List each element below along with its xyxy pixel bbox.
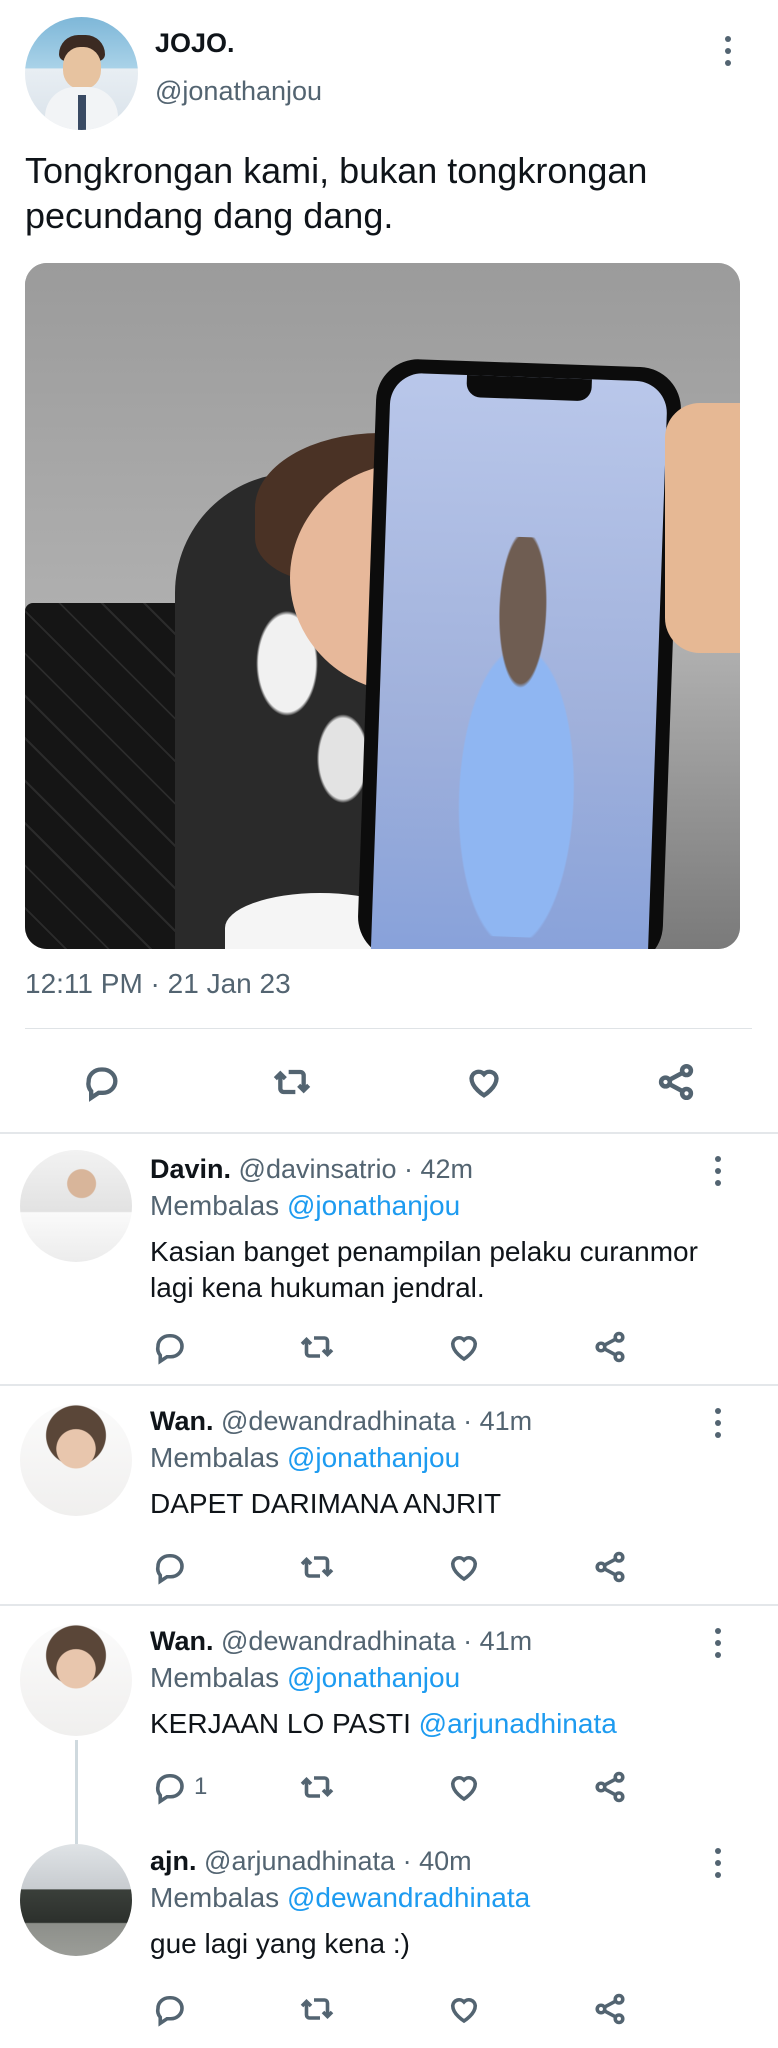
like-icon[interactable] bbox=[446, 1324, 482, 1370]
reply-item[interactable]: Wan. @dewandradhinata · 41m Membalas @jo… bbox=[0, 1618, 778, 1828]
share-icon[interactable] bbox=[592, 1544, 628, 1590]
retweet-icon[interactable] bbox=[298, 1986, 336, 2032]
like-icon[interactable] bbox=[446, 1986, 482, 2032]
reply-item[interactable]: Davin. @davinsatrio · 42m Membalas @jona… bbox=[0, 1146, 778, 1384]
replying-label: Membalas bbox=[150, 1882, 280, 1913]
reply-meta: @davinsatrio · 42m bbox=[238, 1154, 474, 1184]
retweet-icon[interactable] bbox=[298, 1324, 336, 1370]
section-divider bbox=[0, 1604, 778, 1606]
avatar[interactable] bbox=[20, 1624, 132, 1736]
share-icon[interactable] bbox=[592, 1324, 628, 1370]
reply-text: gue lagi yang kena :) bbox=[150, 1928, 410, 1959]
reply-icon[interactable] bbox=[78, 1058, 126, 1106]
reply-header: Davin. @davinsatrio · 42m bbox=[150, 1154, 473, 1185]
share-icon[interactable] bbox=[652, 1058, 700, 1106]
replying-to: Membalas @jonathanjou bbox=[150, 1662, 460, 1694]
retweet-icon[interactable] bbox=[268, 1058, 316, 1106]
reply-header: ajn. @arjunadhinata · 40m bbox=[150, 1846, 472, 1877]
more-vertical-icon[interactable] bbox=[712, 1628, 724, 1662]
section-divider bbox=[0, 1384, 778, 1386]
avatar[interactable] bbox=[20, 1404, 132, 1516]
author-avatar[interactable] bbox=[25, 17, 138, 130]
reply-meta: @dewandradhinata · 41m bbox=[221, 1626, 533, 1656]
mention-link[interactable]: @arjunadhinata bbox=[419, 1708, 617, 1739]
tweet-text: Tongkrongan kami, bukan tongkrongan pecu… bbox=[25, 150, 648, 236]
reply-text: DAPET DARIMANA ANJRIT bbox=[150, 1488, 502, 1519]
reply-icon[interactable] bbox=[152, 1544, 194, 1590]
reply-icon[interactable]: 1 bbox=[152, 1764, 207, 1810]
replying-label: Membalas bbox=[150, 1190, 280, 1221]
reply-header: Wan. @dewandradhinata · 41m bbox=[150, 1626, 532, 1657]
more-vertical-icon[interactable] bbox=[712, 1848, 724, 1882]
replying-label: Membalas bbox=[150, 1442, 280, 1473]
divider bbox=[25, 1028, 752, 1029]
more-vertical-icon[interactable] bbox=[712, 1156, 724, 1190]
like-icon[interactable] bbox=[460, 1058, 508, 1106]
author-handle[interactable]: @jonathanjou bbox=[155, 76, 322, 107]
reply-author-name[interactable]: ajn. bbox=[150, 1846, 197, 1876]
replying-to: Membalas @jonathanjou bbox=[150, 1190, 460, 1222]
replying-to-link[interactable]: @jonathanjou bbox=[287, 1442, 460, 1473]
reply-text: KERJAAN LO PASTI @arjunadhinata bbox=[150, 1706, 710, 1742]
tweet-timestamp: 12:11 PM · 21 Jan 23 bbox=[25, 968, 291, 999]
reply-author-name[interactable]: Davin. bbox=[150, 1154, 231, 1184]
reply-meta: @arjunadhinata · 40m bbox=[204, 1846, 472, 1876]
reply-item[interactable]: ajn. @arjunadhinata · 40m Membalas @dewa… bbox=[0, 1838, 778, 2048]
avatar[interactable] bbox=[20, 1150, 132, 1262]
author-name[interactable]: JOJO. bbox=[155, 28, 235, 59]
reply-actions: 1 bbox=[0, 1764, 778, 1814]
reply-item[interactable]: Wan. @dewandradhinata · 41m Membalas @jo… bbox=[0, 1398, 778, 1604]
reply-icon[interactable] bbox=[152, 1986, 194, 2032]
replying-to: Membalas @dewandradhinata bbox=[150, 1882, 530, 1914]
share-icon[interactable] bbox=[592, 1764, 628, 1810]
reply-icon[interactable] bbox=[152, 1324, 194, 1370]
avatar[interactable] bbox=[20, 1844, 132, 1956]
more-vertical-icon[interactable] bbox=[722, 36, 734, 70]
reply-text: Kasian banget penampilan pelaku curanmor… bbox=[150, 1236, 698, 1303]
like-icon[interactable] bbox=[446, 1764, 482, 1810]
reply-meta: @dewandradhinata · 41m bbox=[221, 1406, 533, 1436]
more-vertical-icon[interactable] bbox=[712, 1408, 724, 1442]
reply-count: 1 bbox=[194, 1773, 208, 1800]
reply-author-name[interactable]: Wan. bbox=[150, 1626, 214, 1656]
replying-to: Membalas @jonathanjou bbox=[150, 1442, 460, 1474]
reply-text-content: KERJAAN LO PASTI bbox=[150, 1708, 419, 1739]
retweet-icon[interactable] bbox=[298, 1764, 336, 1810]
retweet-icon[interactable] bbox=[298, 1544, 336, 1590]
replying-to-link[interactable]: @dewandradhinata bbox=[287, 1882, 530, 1913]
reply-author-name[interactable]: Wan. bbox=[150, 1406, 214, 1436]
replying-to-link[interactable]: @jonathanjou bbox=[287, 1662, 460, 1693]
like-icon[interactable] bbox=[446, 1544, 482, 1590]
reply-actions bbox=[0, 1324, 778, 1374]
section-divider bbox=[0, 1132, 778, 1134]
reply-header: Wan. @dewandradhinata · 41m bbox=[150, 1406, 532, 1437]
tweet-media-image[interactable] bbox=[25, 263, 740, 949]
reply-actions bbox=[0, 1544, 778, 1594]
share-icon[interactable] bbox=[592, 1986, 628, 2032]
reply-actions bbox=[0, 1986, 778, 2036]
replying-to-link[interactable]: @jonathanjou bbox=[287, 1190, 460, 1221]
replying-label: Membalas bbox=[150, 1662, 280, 1693]
